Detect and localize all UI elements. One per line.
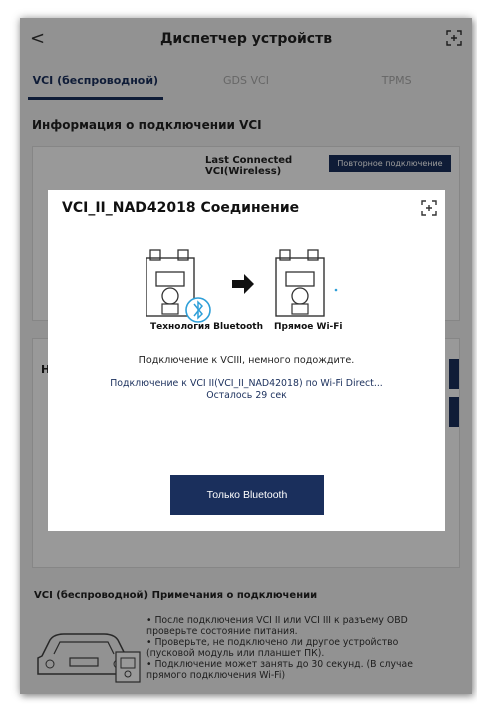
dialog-title: VCI_II_NAD42018 Соединение [62, 200, 300, 216]
expand-icon[interactable] [421, 200, 437, 216]
bluetooth-only-button[interactable]: Только Bluetooth [170, 475, 324, 515]
connection-status: Подключение к VCI II(VCI_II_NAD42018) по… [110, 378, 383, 389]
connection-dialog: VCI_II_NAD42018 Соединение Технология Bl… [48, 190, 445, 531]
wifi-icon [334, 288, 338, 292]
app-frame: < Диспетчер устройств VCI (беспроводной)… [20, 18, 472, 694]
caption-bluetooth: Технология Bluetooth [150, 322, 263, 332]
bluetooth-icon [185, 297, 211, 323]
time-remaining: Осталось 29 сек [206, 390, 287, 401]
vci-device-icon [275, 249, 325, 317]
arrow-right-icon [232, 274, 254, 294]
dialog-message: Подключение к VCIII, немного подождите. [138, 355, 355, 366]
caption-wifi-direct: Прямое Wi-Fi [274, 322, 343, 332]
